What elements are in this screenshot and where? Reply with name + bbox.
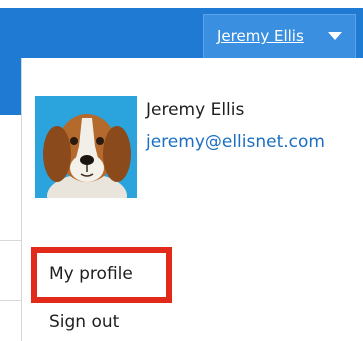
app-window: Jeremy Ellis Jeremy Ellis jeremy@ellisne… bbox=[0, 0, 363, 341]
beagle-avatar-icon bbox=[35, 96, 137, 198]
profile-name: Jeremy Ellis bbox=[146, 100, 245, 120]
avatar bbox=[35, 96, 137, 198]
sign-out-menu-item[interactable]: Sign out bbox=[49, 312, 119, 332]
user-menu-button[interactable]: Jeremy Ellis bbox=[203, 14, 356, 58]
chevron-down-icon bbox=[328, 32, 342, 40]
profile-email[interactable]: jeremy@ellisnet.com bbox=[146, 132, 325, 152]
divider bbox=[0, 300, 22, 301]
user-menu-name: Jeremy Ellis bbox=[217, 27, 304, 45]
background-content bbox=[0, 115, 22, 341]
top-strip bbox=[0, 0, 363, 8]
divider bbox=[0, 240, 22, 241]
my-profile-menu-item[interactable]: My profile bbox=[49, 264, 133, 284]
